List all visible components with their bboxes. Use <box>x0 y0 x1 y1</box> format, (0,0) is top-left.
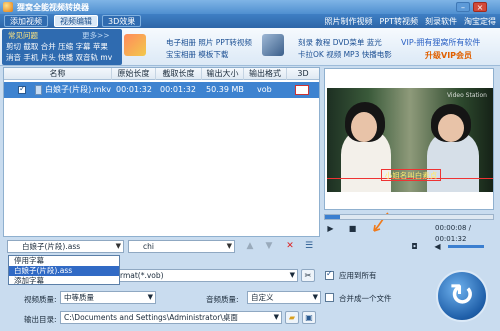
dvd-ad-icon[interactable] <box>262 34 284 56</box>
output-path-field[interactable]: C:\Documents and Settings\Administrator\… <box>60 311 282 324</box>
link-photo-video[interactable]: 照片制作视频 <box>324 17 372 26</box>
list-icon[interactable]: ☰ <box>303 241 315 252</box>
subtitle-select-value: 白娘子(片段).ass <box>22 242 81 251</box>
cell-cut: 00:01:32 <box>160 85 196 94</box>
faq-more-link[interactable]: 更多>> <box>82 30 110 41</box>
col-output-size[interactable]: 输出大小 <box>202 68 244 80</box>
subtitle-select[interactable]: 白娘子(片段).ass ▼ <box>7 240 124 253</box>
apply-all-checkbox[interactable] <box>325 269 334 280</box>
move-down-icon[interactable]: ▼ <box>263 241 275 252</box>
convert-button[interactable]: ↻ <box>436 270 488 322</box>
cell-format: vob <box>257 85 272 94</box>
folder-icon[interactable]: ▰ <box>285 311 299 324</box>
faq-panel: 常见问题 更多>> 剪切 截取 合并 压缩 字幕 苹果 消音 手机 片头 快播 … <box>2 29 122 65</box>
table-header: 名称 原始长度 截取长度 输出大小 输出格式 3D <box>4 68 319 80</box>
dd-disable-subtitle[interactable]: 停用字幕 <box>9 256 119 266</box>
stop-icon[interactable]: ■ <box>347 223 358 234</box>
audio-select-value: chi <box>143 242 154 251</box>
vip-ad-text[interactable]: VIP-拥有狸窝所有软件 <box>401 37 480 48</box>
output-label: 输出目录: <box>24 315 57 324</box>
dd-add-subtitle[interactable]: 添加字幕 <box>9 276 119 286</box>
snapshot-icon[interactable]: ◘ <box>409 241 420 252</box>
file-icon <box>35 85 42 95</box>
chevron-down-icon: ▼ <box>226 242 232 250</box>
dd-subtitle-file[interactable]: 白娘子(片段).ass <box>9 266 119 276</box>
ad1-line1[interactable]: 电子相册 照片 PPT转视频 <box>166 37 252 48</box>
top-links: 照片制作视频 PPT转视频 刻录软件 淘宝定得 <box>317 16 496 27</box>
3d-icon[interactable] <box>295 85 309 95</box>
row-checkbox[interactable] <box>18 84 26 94</box>
chevron-down-icon: ▼ <box>289 271 295 279</box>
video-frame: Video Station 小姐名叫白素貞 <box>327 88 493 192</box>
convert-icon: ↻ <box>449 278 475 313</box>
app-logo-icon <box>3 2 13 12</box>
video-quality-label: 视频质量: <box>24 295 57 304</box>
video-watermark: Video Station <box>446 92 487 99</box>
subtitle-audio-row: 白娘子(片段).ass ▼ chi ▼ ▲ ▼ ✕ ☰ <box>3 240 320 254</box>
merge-label: 合并成一个文件 <box>339 294 392 303</box>
file-table: 名称 原始长度 截取长度 输出大小 输出格式 3D 白娘子(片段).mkv 00… <box>3 67 320 237</box>
subtitle-text: 小姐名叫白素貞 <box>384 171 438 180</box>
title-bar: 狸窝全能视频转换器 – × <box>0 0 500 14</box>
cell-size: 50.39 MB <box>206 85 244 94</box>
player-controls: ▶ ■ 00:00:08 / 00:01:32 <box>322 223 496 243</box>
audio-track-select[interactable]: chi ▼ <box>128 240 235 253</box>
tab-add-video[interactable]: 添加视频 <box>4 15 48 27</box>
seek-progress <box>325 215 341 219</box>
volume-icon[interactable]: ◀ <box>432 241 443 252</box>
volume-slider[interactable] <box>448 245 484 248</box>
ad1-line2[interactable]: 宝宝相册 模板下载 <box>166 49 228 60</box>
chevron-down-icon: ▼ <box>147 293 153 301</box>
ad2-line1[interactable]: 刻录 教程 DVD菜单 蓝光 <box>298 37 382 48</box>
chevron-down-icon: ▼ <box>115 242 121 250</box>
window-title: 狸窝全能视频转换器 <box>17 3 89 12</box>
face-left <box>351 112 377 142</box>
subtitle-dropdown: 停用字幕 白娘子(片段).ass 添加字幕 <box>8 255 120 285</box>
col-3d[interactable]: 3D <box>287 68 319 80</box>
play-icon[interactable]: ▶ <box>325 223 336 234</box>
faq-links-row2[interactable]: 消音 手机 片头 快播 双音轨 mv <box>6 52 112 63</box>
table-row[interactable]: 白娘子(片段).mkv 00:01:32 00:01:32 50.39 MB v… <box>4 82 319 98</box>
subtitle-box[interactable]: 小姐名叫白素貞 <box>381 169 441 181</box>
move-up-icon[interactable]: ▲ <box>244 241 256 252</box>
output-path: C:\Documents and Settings\Administrator\… <box>64 313 238 322</box>
ad-bar: 常见问题 更多>> 剪切 截取 合并 压缩 字幕 苹果 消音 手机 片头 快播 … <box>0 28 500 66</box>
link-taobao[interactable]: 淘宝定得 <box>464 17 496 26</box>
cell-original: 00:01:32 <box>116 85 152 94</box>
cell-name: 白娘子(片段).mkv <box>45 85 111 94</box>
col-cut-length[interactable]: 截取长度 <box>156 68 202 80</box>
link-ppt-video[interactable]: PPT转视频 <box>379 17 418 26</box>
merge-checkbox[interactable] <box>325 293 334 302</box>
col-name[interactable]: 名称 <box>4 68 112 80</box>
tab-video-edit[interactable]: 视频编辑 <box>54 15 98 27</box>
apply-all-label: 应用到所有 <box>339 271 377 280</box>
ad2-line2[interactable]: 卡拉OK 视频 MP3 快播电影 <box>298 49 392 60</box>
col-original-length[interactable]: 原始长度 <box>112 68 156 80</box>
ppt-ad-icon[interactable] <box>124 34 146 56</box>
audio-quality-select[interactable]: 自定义 ▼ <box>247 291 321 304</box>
link-burn-software[interactable]: 刻录软件 <box>425 17 457 26</box>
audio-quality-value: 自定义 <box>251 293 274 302</box>
format-value: rmat(*.vob) <box>120 271 164 280</box>
col-output-format[interactable]: 输出格式 <box>244 68 287 80</box>
faq-title: 常见问题 <box>8 31 38 40</box>
upgrade-vip-link[interactable]: 升级VIP会员 <box>425 50 472 61</box>
preview-panel: Video Station 小姐名叫白素貞 <box>324 68 494 210</box>
seek-bar[interactable] <box>324 214 494 220</box>
open-folder-icon[interactable]: ▣ <box>302 311 316 324</box>
settings-icon[interactable]: ✂ <box>301 269 315 282</box>
chevron-down-icon: ▼ <box>312 293 318 301</box>
faq-links-row1[interactable]: 剪切 截取 合并 压缩 字幕 苹果 <box>6 41 108 52</box>
chevron-down-icon: ▼ <box>273 313 279 321</box>
menu-bar: 添加视频 视频编辑 3D效果 照片制作视频 PPT转视频 刻录软件 淘宝定得 <box>0 14 500 28</box>
audio-quality-label: 音频质量: <box>206 295 239 304</box>
video-quality-select[interactable]: 中等质量 ▼ <box>60 291 156 304</box>
delete-icon[interactable]: ✕ <box>284 241 296 252</box>
close-button[interactable]: × <box>473 2 487 12</box>
minimize-button[interactable]: – <box>456 2 470 12</box>
face-right <box>438 114 464 142</box>
time-readout: 00:00:08 / 00:01:32 <box>435 224 472 243</box>
tab-3d-effect[interactable]: 3D效果 <box>102 15 142 27</box>
video-quality-value: 中等质量 <box>64 293 94 302</box>
